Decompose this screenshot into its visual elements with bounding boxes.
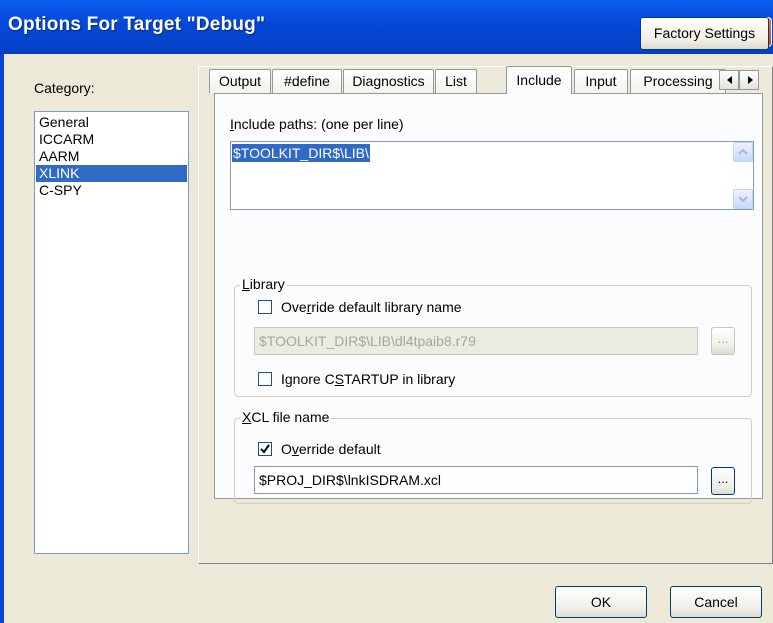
tab-processing[interactable]: Processing xyxy=(630,69,726,93)
tab-include[interactable]: Include xyxy=(506,66,572,94)
tab-define[interactable]: #define xyxy=(272,69,342,93)
tab-scroll-right-button[interactable] xyxy=(739,70,759,90)
cancel-button[interactable]: Cancel xyxy=(670,586,762,618)
include-paths-label: Include paths: (one per line) xyxy=(230,116,404,132)
tab-scroll-left-button[interactable] xyxy=(719,70,739,90)
override-library-label[interactable]: Override default library name xyxy=(281,299,462,315)
tab-diagnostics[interactable]: Diagnostics xyxy=(343,69,434,93)
override-xcl-label-accel: v xyxy=(291,441,299,457)
ignore-cstartup-label-a: Ignore C xyxy=(281,371,335,387)
library-path-input[interactable]: $TOOLKIT_DIR$\LIB\dl4tpaib8.r79 xyxy=(254,327,698,355)
tab-list[interactable]: List xyxy=(435,69,477,93)
dialog-window: Options For Target "Debug" Category: Gen… xyxy=(0,0,773,623)
library-group-text: ibrary xyxy=(249,276,285,292)
override-library-checkbox[interactable] xyxy=(258,300,272,314)
ignore-cstartup-label-accel: S xyxy=(334,371,345,387)
xcl-file-group-title: XCL file name xyxy=(240,409,332,425)
xcl-path-input[interactable]: $PROJ_DIR$\lnkISDRAM.xcl xyxy=(254,466,698,494)
chevron-down-icon xyxy=(738,196,748,203)
include-paths-scrollbar[interactable] xyxy=(733,142,753,209)
ignore-cstartup-label-b: TARTUP in library xyxy=(344,371,456,387)
library-group-accel: L xyxy=(242,276,250,292)
library-browse-button[interactable]: ... xyxy=(711,327,735,355)
xcl-browse-button[interactable]: ... xyxy=(711,467,735,495)
scroll-down-button[interactable] xyxy=(733,189,753,209)
override-xcl-checkbox[interactable] xyxy=(258,442,272,456)
checkmark-icon xyxy=(260,444,270,454)
override-xcl-label[interactable]: Override default xyxy=(281,441,381,457)
category-list[interactable]: General ICCARM AARM XLINK C-SPY xyxy=(34,111,189,554)
category-item-c-spy[interactable]: C-SPY xyxy=(36,182,187,199)
override-xcl-label-a: O xyxy=(281,441,292,457)
include-paths-label-text: nclude paths: (one per line) xyxy=(233,116,404,132)
library-group-title: Library xyxy=(240,276,287,292)
override-library-label-a: Ove xyxy=(281,299,307,315)
ignore-cstartup-checkbox[interactable] xyxy=(258,372,272,386)
override-library-label-b: ride default library name xyxy=(311,299,462,315)
category-item-iccarm[interactable]: ICCARM xyxy=(36,131,187,148)
include-paths-value: $TOOLKIT_DIR$\LIB\ xyxy=(232,144,370,162)
category-item-general[interactable]: General xyxy=(36,114,187,131)
category-label: Category: xyxy=(34,80,95,96)
factory-settings-button[interactable]: Factory Settings xyxy=(640,17,769,50)
category-item-xlink[interactable]: XLINK xyxy=(36,165,187,182)
tab-input[interactable]: Input xyxy=(574,69,628,93)
xcl-file-group-text: CL file name xyxy=(251,409,330,425)
ignore-cstartup-label[interactable]: Ignore CSTARTUP in library xyxy=(281,371,455,387)
xcl-file-group-accel: X xyxy=(242,409,252,425)
chevron-up-icon xyxy=(738,148,748,155)
dialog-title: Options For Target "Debug" xyxy=(8,14,266,35)
arrow-right-icon xyxy=(748,76,753,84)
category-item-aarm[interactable]: AARM xyxy=(36,148,187,165)
arrow-left-icon xyxy=(727,76,732,84)
override-xcl-label-b: erride default xyxy=(298,441,381,457)
tab-output[interactable]: Output xyxy=(209,69,271,93)
tab-strip: Output #define Diagnostics List Include … xyxy=(209,66,769,94)
scroll-up-button[interactable] xyxy=(733,142,753,162)
ok-button[interactable]: OK xyxy=(555,586,647,618)
